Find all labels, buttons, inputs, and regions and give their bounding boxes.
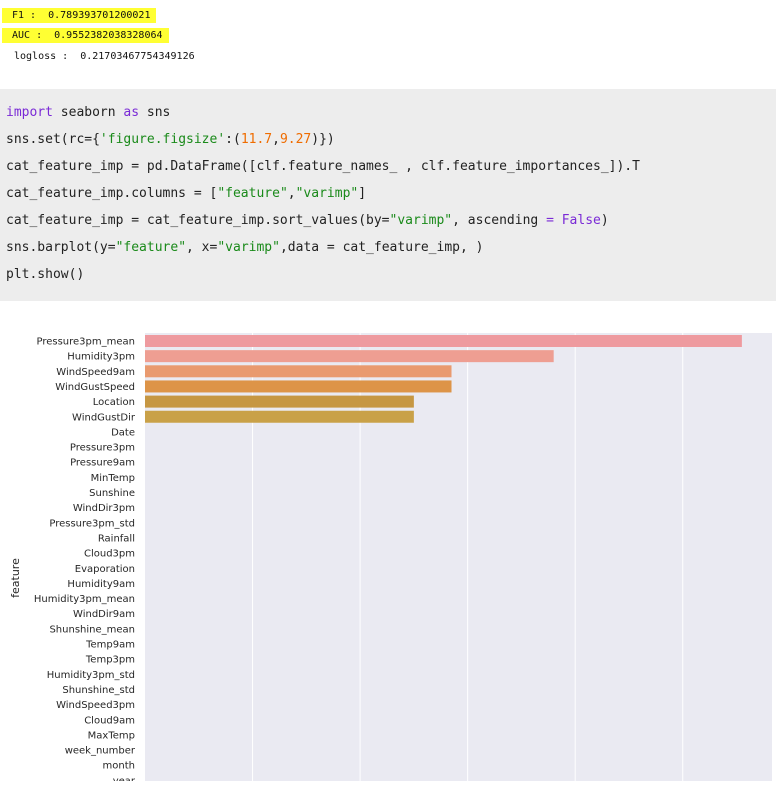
bar-Pressure3pm_mean (145, 335, 742, 347)
tick-label-month: month (103, 761, 135, 772)
bar-WindGustSpeed (145, 380, 452, 393)
y-axis-label: feature (9, 558, 22, 598)
tick-label-Sunshine: Sunshine (89, 488, 135, 499)
tick-label-Humidity9am: Humidity9am (67, 579, 135, 590)
tick-label-WindGustDir: WindGustDir (72, 412, 136, 423)
tick-label-Temp3pm: Temp3pm (85, 655, 135, 666)
tick-label-Shunshine_mean: Shunshine_mean (49, 624, 135, 635)
bar-Humidity3pm (145, 350, 554, 363)
tick-label-Location: Location (93, 397, 135, 408)
metrics-output: F1 : 0.789393701200021 AUC : 0.955238203… (0, 0, 776, 80)
tick-label-Pressure3pm: Pressure3pm (70, 443, 135, 454)
tick-label-WindGustSpeed: WindGustSpeed (55, 382, 135, 393)
tick-label-Humidity3pm: Humidity3pm (67, 352, 135, 363)
f1-score: F1 : 0.789393701200021 (2, 8, 157, 23)
tick-label-week_number: week_number (65, 746, 136, 757)
tick-label-WindSpeed3pm: WindSpeed3pm (56, 700, 135, 711)
code-line-1: import seaborn as sns (6, 105, 171, 120)
tick-label-year: year (113, 776, 136, 781)
code-line-2: sns.set(rc={'figure.figsize':(11.7,9.27)… (6, 132, 335, 147)
tick-label-Pressure9am: Pressure9am (70, 458, 135, 469)
tick-label-Humidity3pm_std: Humidity3pm_std (47, 670, 135, 681)
tick-label-Rainfall: Rainfall (98, 533, 135, 544)
bar-Location (145, 395, 414, 408)
code-line-5: cat_feature_imp = cat_feature_imp.sort_v… (6, 213, 609, 228)
tick-label-MaxTemp: MaxTemp (88, 730, 135, 741)
bar-WindSpeed9am (145, 365, 452, 378)
tick-label-WindDir9am: WindDir9am (73, 609, 135, 620)
tick-label-MinTemp: MinTemp (91, 473, 135, 484)
tick-label-Pressure3pm_std: Pressure3pm_std (49, 518, 135, 529)
tick-label-WindSpeed9am: WindSpeed9am (56, 367, 135, 378)
barplot-svg: Pressure3pm_mean Humidity3pm WindSpeed9am W… (9, 333, 772, 785)
feature-importance-plot: Pressure3pm_mean Humidity3pm WindSpeed9am W… (0, 318, 776, 785)
tick-label-WindDir3pm: WindDir3pm (73, 503, 135, 514)
tick-label-Temp9am: Temp9am (85, 640, 135, 651)
code-line-3: cat_feature_imp = pd.DataFrame([clf.feat… (6, 159, 640, 174)
code-cell[interactable]: import seaborn as sns sns.set(rc={'figur… (0, 89, 776, 301)
code-line-7: plt.show() (6, 267, 85, 282)
tick-label-Pressure3pm_mean: Pressure3pm_mean (36, 337, 135, 348)
bar-WindGustDir (145, 410, 414, 423)
code-line-6: sns.barplot(y="feature", x="varimp",data… (6, 240, 484, 255)
tick-label-Date: Date (111, 427, 135, 438)
auc-score: AUC : 0.9552382038328064 (2, 28, 169, 43)
code-line-4: cat_feature_imp.columns = ["feature","va… (6, 186, 367, 201)
tick-label-Cloud9am: Cloud9am (84, 715, 135, 726)
logloss-score: logloss : 0.21703467754349126 (14, 51, 195, 62)
tick-label-Shunshine_std: Shunshine_std (62, 685, 135, 696)
tick-label-Cloud3pm: Cloud3pm (84, 549, 135, 560)
tick-label-Evaporation: Evaporation (75, 564, 135, 575)
tick-label-Humidity3pm_mean: Humidity3pm_mean (34, 594, 135, 605)
